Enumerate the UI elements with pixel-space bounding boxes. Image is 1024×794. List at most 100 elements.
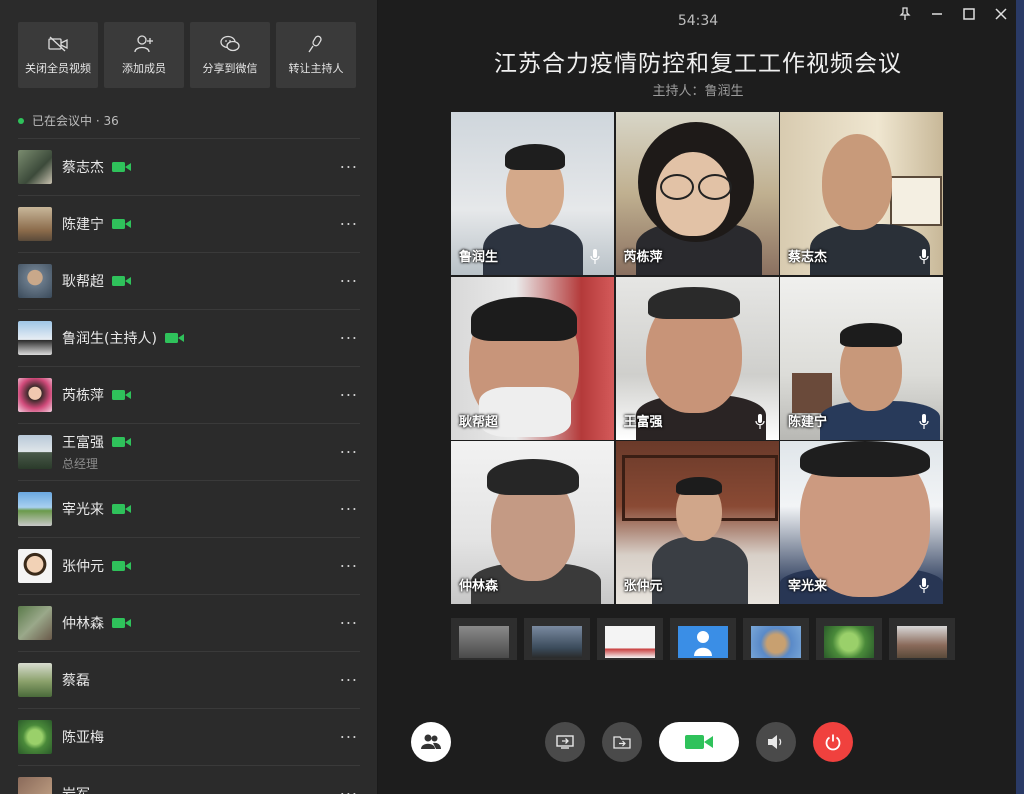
- more-options-icon[interactable]: ···: [340, 614, 358, 633]
- more-options-icon[interactable]: ···: [340, 557, 358, 576]
- microphone-icon: [590, 249, 600, 264]
- avatar: [18, 435, 52, 469]
- camera-on-icon: [112, 437, 131, 447]
- video-tile[interactable]: 张仲元: [615, 441, 779, 604]
- thumbnail[interactable]: [889, 618, 955, 660]
- member-item[interactable]: 仲林森 ···: [18, 594, 360, 651]
- minimize-button[interactable]: [928, 5, 946, 23]
- video-tile[interactable]: 耿帮超: [451, 276, 614, 440]
- more-options-icon[interactable]: ···: [340, 443, 358, 462]
- meeting-status-text: 已在会议中 · 36: [32, 114, 119, 128]
- share-wechat-button[interactable]: 分享到微信: [190, 22, 270, 88]
- member-list[interactable]: 蔡志杰 ··· 陈建宁 ··· 耿帮超 ··· 鲁润生(主持人) ··· 芮栋萍…: [18, 138, 360, 794]
- microphone-icon: [919, 249, 929, 264]
- tile-name: 芮栋萍: [623, 250, 663, 265]
- video-grid: 鲁润生 芮栋萍 蔡志杰 耿帮超 王富强 陈建宁 仲林森 张仲元 宰光来: [451, 112, 943, 604]
- video-tile[interactable]: 仲林森: [451, 441, 614, 604]
- more-options-icon[interactable]: ···: [340, 785, 358, 794]
- thumbnail[interactable]: [524, 618, 590, 660]
- close-icon: [995, 8, 1007, 20]
- avatar: [18, 606, 52, 640]
- video-tile[interactable]: 鲁润生: [451, 112, 614, 275]
- member-item[interactable]: 宰光来 ···: [18, 480, 360, 537]
- video-off-icon: [48, 36, 68, 52]
- member-name: 蔡磊: [62, 673, 90, 689]
- transfer-host-icon: [308, 35, 322, 53]
- microphone-icon: [754, 413, 765, 429]
- speaker-icon: [768, 735, 782, 749]
- member-name: 张仲元: [62, 559, 104, 575]
- camera-on-icon: [112, 219, 131, 229]
- window-controls: [896, 5, 1010, 23]
- thumbnail[interactable]: [597, 618, 663, 660]
- more-options-icon[interactable]: ···: [340, 500, 358, 519]
- pin-icon: [899, 7, 911, 20]
- more-options-icon[interactable]: ···: [340, 272, 358, 291]
- member-panel: 关闭全员视频 添加成员 分享到微信 转让主持人 已在会议中 · 36 蔡志杰 ·…: [0, 0, 378, 794]
- member-item[interactable]: 陈亚梅 ···: [18, 708, 360, 765]
- video-tile[interactable]: 陈建宁: [780, 276, 943, 440]
- meeting-status: 已在会议中 · 36: [18, 112, 119, 129]
- member-item[interactable]: 蔡磊 ···: [18, 651, 360, 708]
- call-controls: [378, 720, 1024, 766]
- video-tile[interactable]: 蔡志杰: [780, 112, 943, 275]
- member-title: 总经理: [62, 457, 99, 471]
- transfer-host-button[interactable]: 转让主持人: [276, 22, 356, 88]
- more-options-icon[interactable]: ···: [340, 386, 358, 405]
- camera-on-icon: [112, 618, 131, 628]
- maximize-button[interactable]: [960, 5, 978, 23]
- more-options-icon[interactable]: ···: [340, 215, 358, 234]
- member-item[interactable]: 鲁润生(主持人) ···: [18, 309, 360, 366]
- video-tile[interactable]: 王富强: [615, 276, 779, 440]
- member-item[interactable]: 张仲元 ···: [18, 537, 360, 594]
- avatar: [18, 720, 52, 754]
- meeting-title: 江苏合力疫情防控和复工工作视频会议: [494, 51, 902, 77]
- screen-share-button[interactable]: [545, 722, 585, 762]
- video-tile[interactable]: 宰光来: [780, 441, 943, 604]
- thumbnail-strip: [451, 618, 955, 660]
- close-button[interactable]: [992, 5, 1010, 23]
- camera-on-icon: [112, 390, 131, 400]
- video-tile[interactable]: 芮栋萍: [615, 112, 779, 275]
- members-toggle-button[interactable]: [411, 722, 451, 762]
- member-name: 陈亚梅: [62, 730, 104, 746]
- camera-icon: [685, 735, 713, 749]
- thumbnail[interactable]: [451, 618, 517, 660]
- hang-up-button[interactable]: [813, 722, 853, 762]
- member-item[interactable]: 陈建宁 ···: [18, 195, 360, 252]
- member-name: 仲林森: [62, 616, 104, 632]
- tile-name: 王富强: [623, 414, 663, 430]
- tile-name: 蔡志杰: [788, 250, 828, 265]
- member-item[interactable]: 王富强 总经理 ···: [18, 423, 360, 480]
- camera-on-icon: [112, 561, 131, 571]
- member-item[interactable]: 蔡志杰 ···: [18, 138, 360, 195]
- avatar: [18, 549, 52, 583]
- add-member-label: 添加成员: [122, 62, 166, 75]
- camera-toggle-button[interactable]: [659, 722, 739, 762]
- thumbnail[interactable]: [816, 618, 882, 660]
- mute-all-video-button[interactable]: 关闭全员视频: [18, 22, 98, 88]
- thumbnail[interactable]: [670, 618, 736, 660]
- more-options-icon[interactable]: ···: [340, 158, 358, 177]
- member-item[interactable]: 耿帮超 ···: [18, 252, 360, 309]
- pin-button[interactable]: [896, 5, 914, 23]
- speaker-button[interactable]: [756, 722, 796, 762]
- camera-on-icon: [112, 162, 131, 172]
- transfer-host-label: 转让主持人: [288, 62, 344, 75]
- more-options-icon[interactable]: ···: [340, 329, 358, 348]
- member-item[interactable]: 芮栋萍 ···: [18, 366, 360, 423]
- avatar: [18, 264, 52, 298]
- default-user-icon: [694, 631, 712, 656]
- avatar: [18, 207, 52, 241]
- member-name: 陈建宁: [62, 217, 104, 233]
- add-member-button[interactable]: 添加成员: [104, 22, 184, 88]
- avatar: [18, 663, 52, 697]
- member-item[interactable]: 岩军 ···: [18, 765, 360, 794]
- more-options-icon[interactable]: ···: [340, 671, 358, 690]
- share-file-button[interactable]: [602, 722, 642, 762]
- tile-name: 陈建宁: [788, 414, 828, 430]
- thumbnail[interactable]: [743, 618, 809, 660]
- more-options-icon[interactable]: ···: [340, 728, 358, 747]
- tile-name: 耿帮超: [459, 414, 499, 430]
- avatar: [18, 777, 52, 794]
